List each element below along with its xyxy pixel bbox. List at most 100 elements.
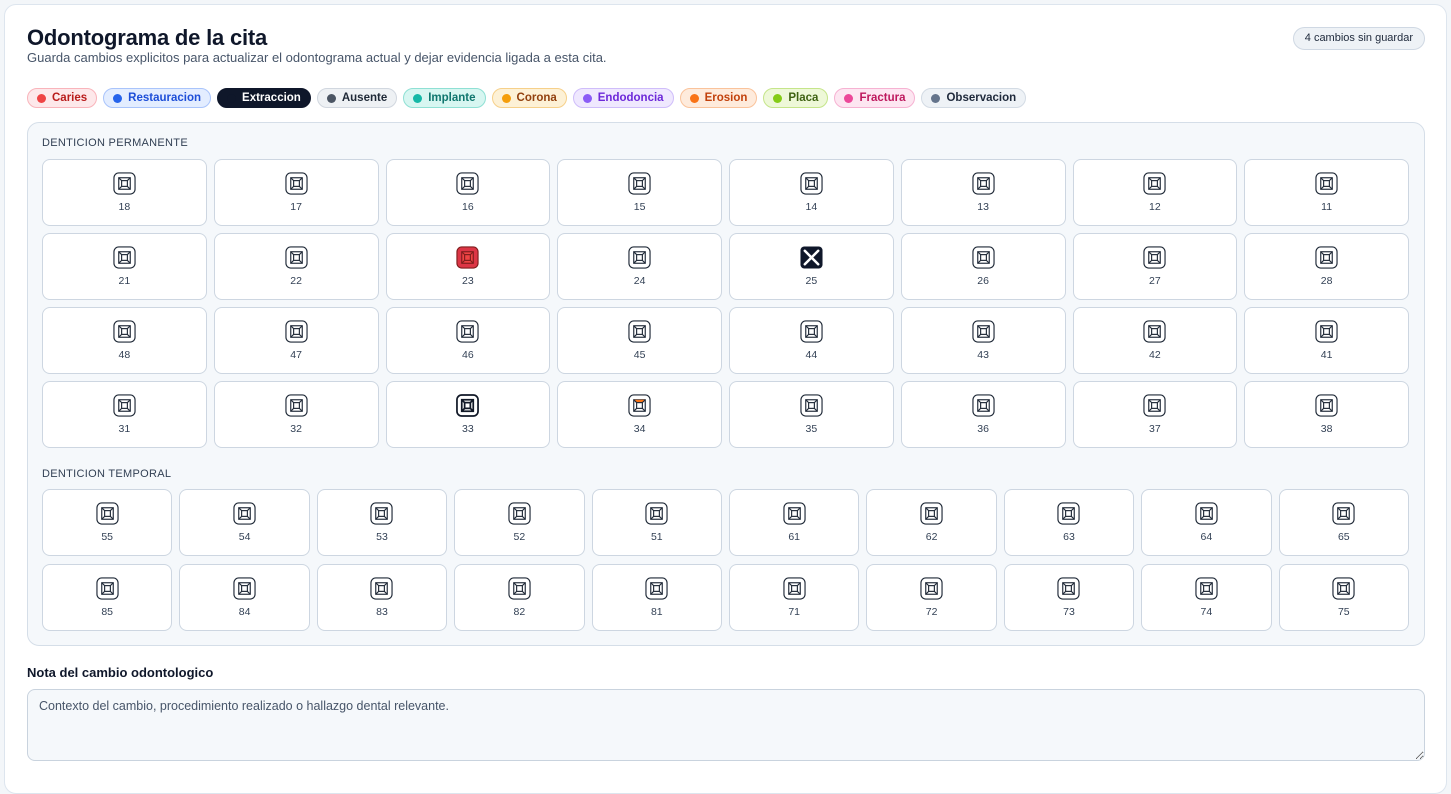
tooth-72[interactable]: 72: [866, 564, 997, 631]
tooth-number: 15: [633, 201, 646, 213]
tooth-number: 17: [290, 201, 302, 213]
tooth-13[interactable]: 13: [900, 159, 1066, 226]
legend-chip-placa[interactable]: Placa: [763, 88, 829, 108]
legend-chip-endodoncia[interactable]: Endodoncia: [572, 88, 674, 108]
tooth-41[interactable]: 41: [1244, 307, 1409, 374]
tooth-sano-icon: [1057, 490, 1081, 525]
tooth-11[interactable]: 11: [1244, 159, 1409, 226]
tooth-number: 73: [1063, 606, 1075, 618]
tooth-14[interactable]: 14: [729, 159, 894, 226]
tooth-extraccion-icon: [800, 234, 823, 269]
tooth-number: 75: [1337, 606, 1350, 618]
tooth-38[interactable]: 38: [1244, 381, 1409, 448]
legend-chip-extraccion[interactable]: Extraccion: [217, 88, 311, 108]
page-subtitle: Guarda cambios explicitos para actualiza…: [27, 50, 607, 65]
permanent-teeth-grid: 18 17 16 15 14 13 12 11 21 22 23 24 25 26 27 28 48 47 46 45…: [42, 159, 1409, 448]
tooth-74[interactable]: 74: [1141, 564, 1272, 631]
legend-chip-corona[interactable]: Corona: [491, 88, 567, 108]
tooth-28[interactable]: 28: [1244, 233, 1409, 300]
tooth-53[interactable]: 53: [316, 489, 448, 556]
tooth-12[interactable]: 12: [1072, 159, 1238, 226]
tooth-number: 45: [633, 349, 646, 361]
tooth-83[interactable]: 83: [316, 564, 448, 631]
tooth-sano-icon: [1332, 565, 1355, 600]
tooth-number: 46: [462, 349, 474, 361]
tooth-33[interactable]: 33: [385, 381, 551, 448]
tooth-34[interactable]: 34: [557, 381, 722, 448]
tooth-sano-icon: [1315, 160, 1338, 195]
tooth-64[interactable]: 64: [1141, 489, 1272, 556]
tooth-sano-icon: [783, 490, 806, 525]
tooth-18[interactable]: 18: [42, 159, 207, 226]
change-note-textarea[interactable]: [27, 689, 1425, 761]
legend-chip-label: Observacion: [946, 92, 1017, 104]
legend-chip-erosion[interactable]: Erosion: [679, 88, 758, 108]
tooth-81[interactable]: 81: [591, 564, 722, 631]
condition-legend: Caries Restauracion Extraccion Ausente Impla…: [27, 88, 1027, 108]
tooth-71[interactable]: 71: [728, 564, 860, 631]
legend-chip-caries[interactable]: Caries: [27, 88, 98, 108]
placa-dot-icon: [773, 93, 783, 103]
tooth-43[interactable]: 43: [900, 307, 1066, 374]
tooth-35[interactable]: 35: [729, 381, 894, 448]
legend-chip-label: Ausente: [341, 92, 388, 104]
tooth-46[interactable]: 46: [385, 307, 551, 374]
tooth-16[interactable]: 16: [385, 159, 551, 226]
tooth-52[interactable]: 52: [454, 489, 585, 556]
tooth-24[interactable]: 24: [557, 233, 722, 300]
legend-chip-observacion[interactable]: Observacion: [921, 88, 1027, 108]
tooth-25[interactable]: 25: [729, 233, 894, 300]
tooth-number: 41: [1320, 349, 1333, 361]
tooth-63[interactable]: 63: [1003, 489, 1135, 556]
tooth-82[interactable]: 82: [454, 564, 585, 631]
tooth-48[interactable]: 48: [42, 307, 207, 374]
tooth-42[interactable]: 42: [1072, 307, 1238, 374]
tooth-44[interactable]: 44: [729, 307, 894, 374]
observacion-dot-icon: [931, 93, 941, 103]
tooth-75[interactable]: 75: [1278, 564, 1409, 631]
restauracion-dot-icon: [113, 93, 123, 103]
legend-chip-implante[interactable]: Implante: [403, 88, 486, 108]
tooth-61[interactable]: 61: [728, 489, 860, 556]
tooth-sano-icon: [113, 160, 136, 195]
tooth-21[interactable]: 21: [42, 233, 207, 300]
tooth-sano-icon: [800, 308, 823, 343]
legend-chip-fractura[interactable]: Fractura: [834, 88, 916, 108]
tooth-26[interactable]: 26: [900, 233, 1066, 300]
tooth-sano-icon: [628, 160, 651, 195]
legend-chip-ausente[interactable]: Ausente: [316, 88, 398, 108]
tooth-45[interactable]: 45: [557, 307, 722, 374]
tooth-number: 42: [1149, 349, 1161, 361]
tooth-31[interactable]: 31: [42, 381, 207, 448]
tooth-sano-icon: [1057, 565, 1081, 600]
extraccion-dot-icon: [227, 93, 237, 103]
legend-chip-label: Corona: [516, 92, 557, 104]
tooth-27[interactable]: 27: [1072, 233, 1238, 300]
tooth-number: 48: [118, 349, 131, 361]
temporary-dentition-label: DENTICION TEMPORAL: [42, 468, 172, 480]
tooth-15[interactable]: 15: [557, 159, 722, 226]
tooth-37[interactable]: 37: [1072, 381, 1238, 448]
tooth-47[interactable]: 47: [213, 307, 379, 374]
legend-chip-restauracion[interactable]: Restauracion: [103, 88, 212, 108]
tooth-32[interactable]: 32: [213, 381, 379, 448]
tooth-number: 71: [788, 606, 801, 618]
tooth-number: 64: [1200, 531, 1213, 543]
tooth-85[interactable]: 85: [42, 564, 173, 631]
tooth-62[interactable]: 62: [866, 489, 997, 556]
tooth-65[interactable]: 65: [1278, 489, 1409, 556]
tooth-54[interactable]: 54: [179, 489, 310, 556]
tooth-84[interactable]: 84: [179, 564, 310, 631]
tooth-number: 72: [925, 606, 938, 618]
tooth-number: 11: [1321, 201, 1333, 213]
tooth-sano-icon: [972, 160, 995, 195]
tooth-55[interactable]: 55: [42, 489, 173, 556]
tooth-73[interactable]: 73: [1003, 564, 1135, 631]
tooth-22[interactable]: 22: [213, 233, 379, 300]
tooth-51[interactable]: 51: [591, 489, 722, 556]
tooth-36[interactable]: 36: [900, 381, 1066, 448]
tooth-17[interactable]: 17: [213, 159, 379, 226]
permanent-dentition-label: DENTICION PERMANENTE: [42, 137, 188, 149]
ausente-dot-icon: [326, 93, 336, 103]
tooth-23[interactable]: 23: [385, 233, 551, 300]
